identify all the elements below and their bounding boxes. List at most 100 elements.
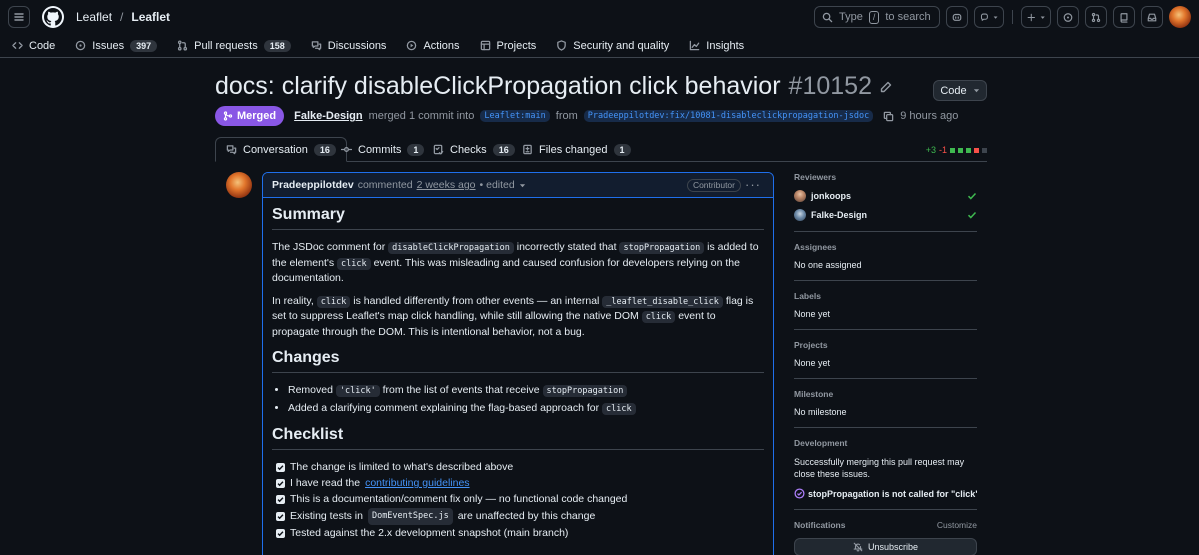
notifications-header: Notifications Customize xyxy=(794,520,977,530)
changes-heading: Changes xyxy=(272,349,764,373)
development-heading[interactable]: Development xyxy=(794,438,977,449)
file-diff-icon xyxy=(523,144,532,155)
pr-sidebar: Reviewers jonkoops Falke-Design Assignee… xyxy=(794,172,977,555)
user-avatar[interactable] xyxy=(1169,6,1191,28)
repo-tab-issues[interactable]: Issues 397 xyxy=(75,39,158,52)
repo-tab-pull-requests[interactable]: Pull requests 158 xyxy=(177,39,291,52)
global-header: Leaflet / Leaflet Type / to search xyxy=(0,0,1199,34)
git-merge-icon xyxy=(223,111,233,121)
tab-count: 1 xyxy=(613,143,631,156)
repo-link[interactable]: Leaflet xyxy=(131,10,170,24)
reviewer-item[interactable]: jonkoops xyxy=(794,190,977,202)
comment-header: Pradeeppilotdev commented 2 weeks ago • … xyxy=(263,173,773,198)
shield-icon xyxy=(557,40,567,51)
head-branch[interactable]: Pradeeppilotdev:fix/10081-disableclickpr… xyxy=(583,110,874,122)
base-branch[interactable]: Leaflet:main xyxy=(480,110,550,122)
header-divider xyxy=(1012,10,1013,24)
text: are unaffected by this change xyxy=(457,510,596,522)
milestone-heading[interactable]: Milestone xyxy=(794,389,977,400)
comment-author-avatar[interactable] xyxy=(226,172,252,198)
text: I have read the xyxy=(290,477,361,489)
text: In reality, xyxy=(272,294,314,307)
repo-icon xyxy=(1120,12,1128,23)
code-button-label: Code xyxy=(940,84,967,97)
notifications-heading: Notifications xyxy=(794,520,846,530)
merged-by-link[interactable]: Falke-Design xyxy=(294,110,362,122)
owner-link[interactable]: Leaflet xyxy=(76,10,112,24)
repositories-button[interactable] xyxy=(1113,6,1135,28)
tab-commits[interactable]: Commits 1 xyxy=(341,137,425,162)
tab-checks[interactable]: Checks 16 xyxy=(433,137,515,162)
deletions-count: -1 xyxy=(938,145,947,155)
labels-heading[interactable]: Labels xyxy=(794,291,977,302)
reviewers-section: Reviewers jonkoops Falke-Design xyxy=(794,172,977,232)
repo-tab-code[interactable]: Code xyxy=(12,40,55,52)
inline-code: stopPropagation xyxy=(542,385,628,397)
caret-down-icon xyxy=(1040,15,1045,19)
text: Tested against the 2.x development snaps… xyxy=(290,527,569,539)
checklist-heading: Checklist xyxy=(272,426,764,450)
milestone-value: No milestone xyxy=(794,407,847,417)
repo-tab-actions[interactable]: Actions xyxy=(406,40,460,52)
hamburger-icon xyxy=(14,13,24,21)
pull-requests-button[interactable] xyxy=(1085,6,1107,28)
repo-tab-projects[interactable]: Projects xyxy=(480,39,537,52)
header-actions: Type / to search xyxy=(814,6,1191,28)
repo-tab-discussions[interactable]: Discussions xyxy=(311,39,387,52)
checkbox-checked-icon xyxy=(276,462,285,472)
tab-count: 16 xyxy=(492,143,515,156)
code-button[interactable]: Code xyxy=(933,80,987,101)
comment-timestamp[interactable]: 2 weeks ago xyxy=(417,179,476,191)
checklist-icon xyxy=(433,144,444,155)
inline-code: click xyxy=(337,257,371,270)
search-shortcut-key: / xyxy=(868,10,880,24)
reviewers-heading[interactable]: Reviewers xyxy=(794,172,977,183)
merged-badge: Merged xyxy=(215,106,285,126)
development-section: Development Successfully merging this pu… xyxy=(794,438,977,510)
kebab-icon[interactable]: ··· xyxy=(745,177,761,192)
checkbox-checked-icon xyxy=(276,511,285,521)
repo-tab-label: Discussions xyxy=(327,39,387,52)
create-new-button[interactable] xyxy=(1021,6,1051,28)
copilot-chat-icon xyxy=(980,13,988,21)
diff-block xyxy=(982,147,987,153)
tab-conversation[interactable]: Conversation 16 xyxy=(215,137,347,162)
checklist: The change is limited to what's describe… xyxy=(272,460,764,541)
issue-closed-icon xyxy=(794,488,805,499)
checkbox-checked-icon xyxy=(276,528,285,538)
contributing-guidelines-link[interactable]: contributing guidelines xyxy=(365,476,470,491)
search-input[interactable]: Type / to search xyxy=(814,6,940,28)
summary-paragraph-2: In reality, click is handled differently… xyxy=(272,294,764,340)
from-text: from xyxy=(555,110,578,122)
repo-tab-security[interactable]: Security and quality xyxy=(556,40,669,52)
assignees-heading[interactable]: Assignees xyxy=(794,242,977,253)
repo-tab-label: Projects xyxy=(496,39,537,52)
checklist-item: Existing tests in DomEventSpec.js are un… xyxy=(276,508,764,525)
notifications-button[interactable] xyxy=(1141,6,1163,28)
github-logo[interactable] xyxy=(42,6,64,28)
diff-block xyxy=(974,147,979,153)
repo-tab-insights[interactable]: Insights xyxy=(689,40,744,52)
tab-files-changed[interactable]: Files changed 1 xyxy=(522,137,631,162)
tab-label: Conversation xyxy=(243,143,308,156)
customize-link[interactable]: Customize xyxy=(937,520,977,530)
text: Removed xyxy=(288,384,333,396)
caret-down-icon xyxy=(519,183,525,187)
projects-value: None yet xyxy=(794,358,831,368)
reviewer-item[interactable]: Falke-Design xyxy=(794,209,977,221)
copilot-button[interactable] xyxy=(946,6,968,28)
inline-code: _leaflet_disable_click xyxy=(602,295,723,308)
projects-heading[interactable]: Projects xyxy=(794,340,977,351)
avatar xyxy=(794,209,806,221)
copy-icon[interactable] xyxy=(883,111,894,122)
reviewer-name: jonkoops xyxy=(811,191,851,201)
issues-button[interactable] xyxy=(1057,6,1079,28)
inline-code: disableClickPropagation xyxy=(388,242,514,254)
copilot-dropdown-button[interactable] xyxy=(974,6,1004,28)
linked-issue[interactable]: stopPropagation is not called for "click… xyxy=(794,488,977,499)
menu-button[interactable] xyxy=(8,6,30,28)
unsubscribe-button[interactable]: Unsubscribe xyxy=(794,538,977,555)
comment-author[interactable]: Pradeeppilotdev xyxy=(272,179,354,191)
comment-edited[interactable]: • edited xyxy=(480,179,515,191)
pencil-icon[interactable] xyxy=(880,81,892,93)
